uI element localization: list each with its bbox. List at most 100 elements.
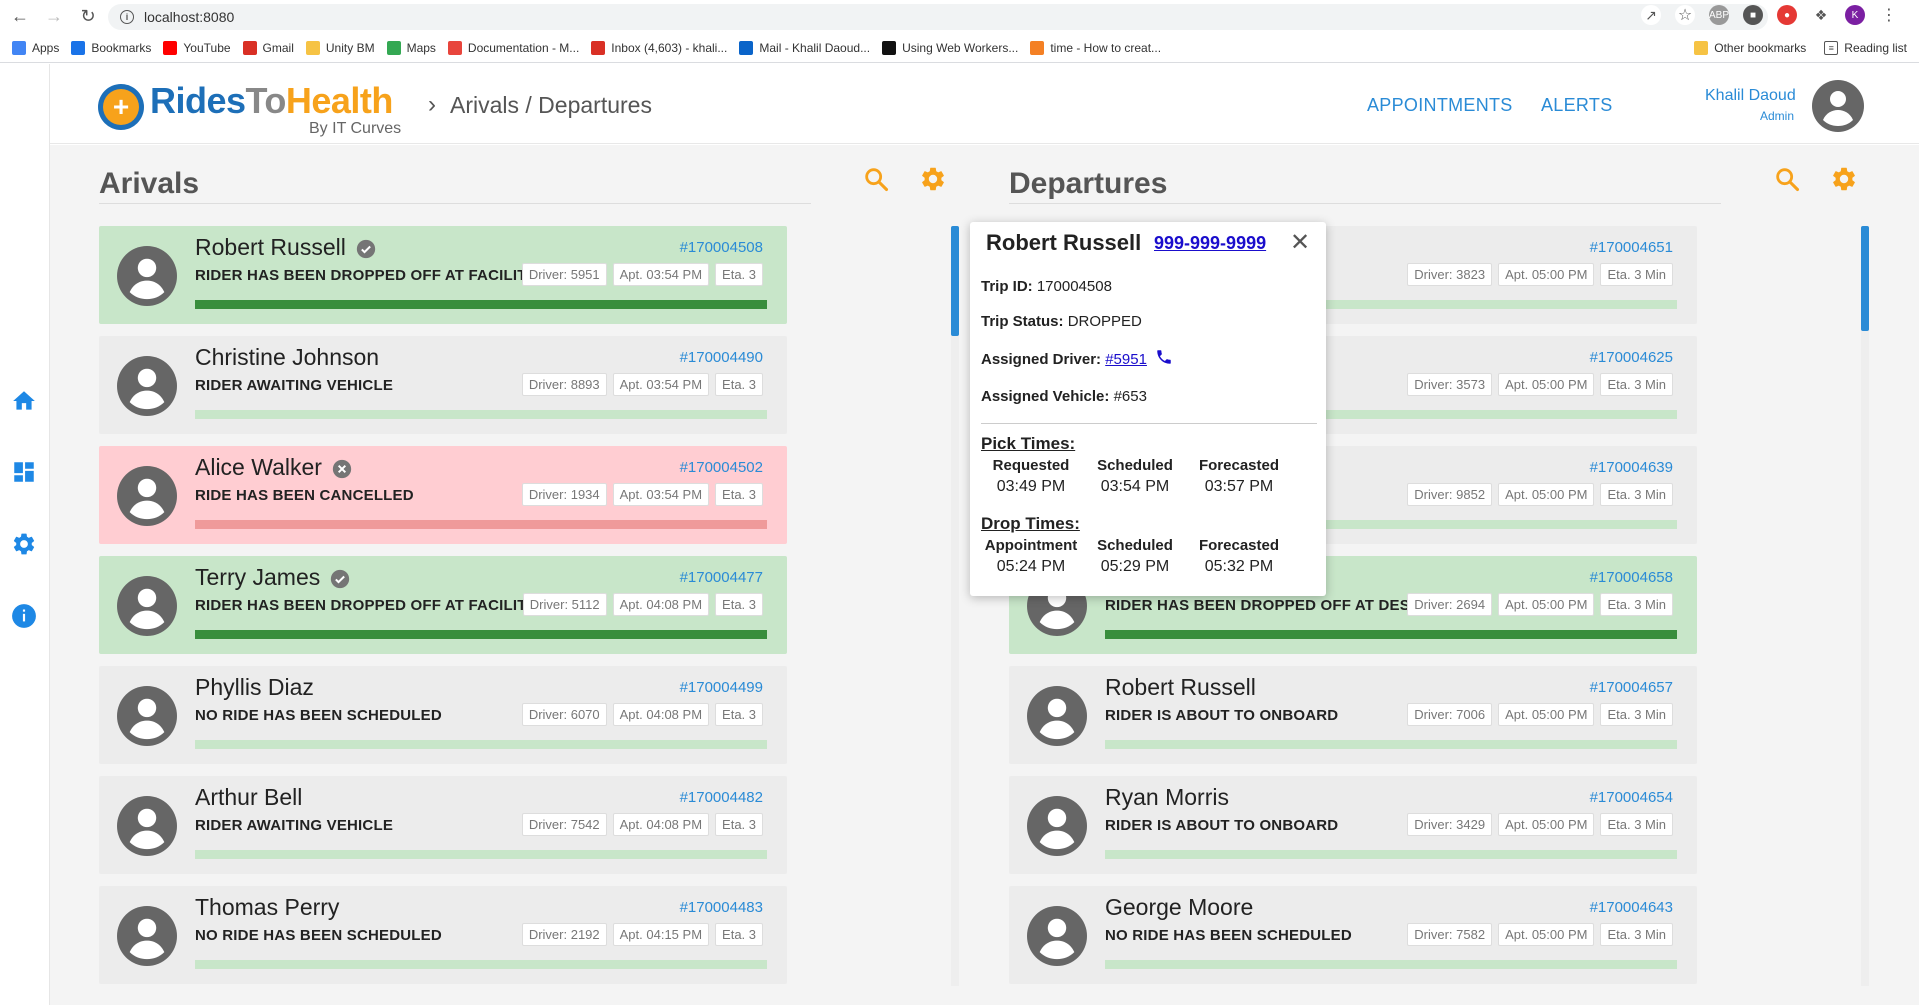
reload-icon[interactable]: ↻ xyxy=(74,3,102,31)
arrival-card[interactable]: Arthur Bell RIDER AWAITING VEHICLE #170004… xyxy=(99,776,787,874)
breadcrumb-text: Arivals / Departures xyxy=(450,91,652,118)
bookmark-item[interactable]: YouTube xyxy=(163,40,231,55)
appointment-chip: Apt. 04:08 PM xyxy=(612,703,710,726)
eta-chip: Eta. 3 Min xyxy=(1600,593,1673,616)
bookmark-star-icon[interactable]: ☆ xyxy=(1675,5,1695,25)
reading-list[interactable]: ≡ Reading list xyxy=(1824,41,1907,55)
trip-id-link[interactable]: #170004483 xyxy=(680,899,763,916)
bookmark-item[interactable]: Documentation - M... xyxy=(447,40,579,55)
arrivals-settings-icon[interactable] xyxy=(919,165,947,193)
profile-avatar[interactable]: K xyxy=(1845,5,1865,25)
puzzle-extensions-icon[interactable]: ❖ xyxy=(1811,5,1831,25)
departures-scroll-thumb[interactable] xyxy=(1861,226,1869,331)
assigned-vehicle-value: #653 xyxy=(1113,388,1147,405)
bookmark-item[interactable]: Apps xyxy=(12,40,59,55)
red-extension-icon[interactable]: ● xyxy=(1777,5,1797,25)
departures-settings-icon[interactable] xyxy=(1830,165,1858,193)
share-icon[interactable]: ↗ xyxy=(1641,5,1661,25)
other-bookmarks[interactable]: Other bookmarks xyxy=(1694,41,1806,55)
rider-avatar-icon xyxy=(117,246,177,306)
trip-id-link[interactable]: #170004658 xyxy=(1590,569,1673,586)
appointment-chip: Apt. 05:00 PM xyxy=(1498,483,1595,506)
trip-id-link[interactable]: #170004482 xyxy=(680,789,763,806)
bookmark-item[interactable]: Mail - Khalil Daoud... xyxy=(739,40,870,55)
card-chips: Driver: 7006 Apt. 05:00 PM Eta. 3 Min xyxy=(1407,703,1673,726)
departures-scrollbar[interactable] xyxy=(1861,226,1869,986)
trip-id-link[interactable]: #170004639 xyxy=(1590,459,1673,476)
bookmark-item[interactable]: Inbox (4,603) - khali... xyxy=(591,40,727,55)
arrivals-search-icon[interactable] xyxy=(862,165,890,193)
appointment-chip: Apt. 04:15 PM xyxy=(612,923,710,946)
adblock-icon[interactable]: ABP xyxy=(1709,5,1729,25)
trip-id-link[interactable]: #170004499 xyxy=(680,679,763,696)
trip-id-link[interactable]: #170004508 xyxy=(680,239,763,256)
bookmark-item[interactable]: Using Web Workers... xyxy=(882,40,1018,55)
bookmark-item[interactable]: Bookmarks xyxy=(71,40,151,55)
info-icon[interactable] xyxy=(9,601,39,631)
shield-extension-icon[interactable]: ■ xyxy=(1743,5,1763,25)
user-name[interactable]: Khalil Daoud xyxy=(1705,87,1796,105)
logo-subtitle: By IT Curves xyxy=(309,120,402,137)
trip-id-link[interactable]: #170004651 xyxy=(1590,239,1673,256)
address-bar[interactable]: i localhost:8080 xyxy=(108,4,1768,30)
appointment-chip: Apt. 04:08 PM xyxy=(612,813,710,836)
arrivals-scroll-thumb[interactable] xyxy=(951,226,959,336)
pick-scheduled: Scheduled 03:54 PM xyxy=(1088,457,1182,496)
site-info-icon[interactable]: i xyxy=(120,10,134,24)
drop-forecasted-value: 05:32 PM xyxy=(1204,558,1274,575)
eta-chip: Eta. 3 Min xyxy=(1600,373,1673,396)
trip-status-value: DROPPED xyxy=(1067,313,1142,330)
progress-bar xyxy=(1105,630,1677,639)
rider-name: Arthur Bell xyxy=(195,784,302,811)
settings-gear-icon[interactable] xyxy=(9,529,39,559)
arrivals-scrollbar[interactable] xyxy=(951,226,959,986)
folder-icon xyxy=(1694,41,1709,55)
card-chips: Driver: 3573 Apt. 05:00 PM Eta. 3 Min xyxy=(1407,373,1673,396)
rider-avatar-icon xyxy=(1027,796,1087,856)
arrival-card[interactable]: Phyllis Diaz NO RIDE HAS BEEN SCHEDULED #1… xyxy=(99,666,787,764)
arrivals-divider xyxy=(99,203,811,204)
arrival-card[interactable]: Terry James RIDER HAS BEEN DROPPED OFF AT… xyxy=(99,556,787,654)
card-chips: Driver: 7582 Apt. 05:00 PM Eta. 3 Min xyxy=(1407,923,1673,946)
pick-requested: Requested 03:49 PM xyxy=(984,457,1078,496)
logo-plus-icon: + xyxy=(98,84,144,130)
arrival-card[interactable]: Alice Walker RIDE HAS BEEN CANCELLED #1700… xyxy=(99,446,787,544)
phone-icon[interactable] xyxy=(1155,348,1173,370)
bookmark-item[interactable]: Maps xyxy=(386,40,436,55)
nav-appointments[interactable]: APPOINTMENTS xyxy=(1367,95,1513,116)
bookmark-item[interactable]: Unity BM xyxy=(305,40,375,55)
trip-id-link[interactable]: #170004654 xyxy=(1590,789,1673,806)
back-icon[interactable]: ← xyxy=(6,3,34,31)
trip-id-link[interactable]: #170004625 xyxy=(1590,349,1673,366)
drop-scheduled-value: 05:29 PM xyxy=(1100,558,1170,575)
nav-alerts[interactable]: ALERTS xyxy=(1541,95,1613,116)
ride-status: NO RIDE HAS BEEN SCHEDULED xyxy=(1105,927,1352,944)
forward-icon[interactable]: → xyxy=(40,3,68,31)
trip-id-link[interactable]: #170004502 xyxy=(680,459,763,476)
popup-phone-link[interactable]: 999-999-9999 xyxy=(1154,233,1266,254)
driver-chip: Driver: 8893 xyxy=(521,373,607,396)
departures-search-icon[interactable] xyxy=(1773,165,1801,193)
logo[interactable]: + RidesToHealth By IT Curves xyxy=(98,78,418,138)
trip-id-link[interactable]: #170004643 xyxy=(1590,899,1673,916)
departure-card[interactable]: Robert Russell RIDER IS ABOUT TO ONBOARD #… xyxy=(1009,666,1697,764)
departure-card[interactable]: George Moore NO RIDE HAS BEEN SCHEDULED #1… xyxy=(1009,886,1697,984)
home-icon[interactable] xyxy=(9,386,39,416)
bookmark-item[interactable]: Gmail xyxy=(242,40,294,55)
arrival-card[interactable]: Thomas Perry NO RIDE HAS BEEN SCHEDULED #1… xyxy=(99,886,787,984)
trip-id-link[interactable]: #170004490 xyxy=(680,349,763,366)
user-avatar-icon[interactable] xyxy=(1812,80,1864,132)
close-icon[interactable]: ✕ xyxy=(1290,228,1310,257)
dashboard-icon[interactable] xyxy=(9,457,39,487)
url-text[interactable]: localhost:8080 xyxy=(144,9,234,25)
assigned-driver-link[interactable]: #5951 xyxy=(1105,351,1147,368)
driver-chip: Driver: 6070 xyxy=(521,703,607,726)
menu-kebab-icon[interactable]: ⋮ xyxy=(1879,5,1899,25)
trip-id-link[interactable]: #170004477 xyxy=(680,569,763,586)
arrival-card[interactable]: Christine Johnson RIDER AWAITING VEHICLE #… xyxy=(99,336,787,434)
departure-card[interactable]: Ryan Morris RIDER IS ABOUT TO ONBOARD #170… xyxy=(1009,776,1697,874)
trip-id-link[interactable]: #170004657 xyxy=(1590,679,1673,696)
bookmark-item[interactable]: time - How to creat... xyxy=(1030,40,1161,55)
progress-bar xyxy=(195,300,767,309)
arrival-card[interactable]: Robert Russell RIDER HAS BEEN DROPPED OFF… xyxy=(99,226,787,324)
